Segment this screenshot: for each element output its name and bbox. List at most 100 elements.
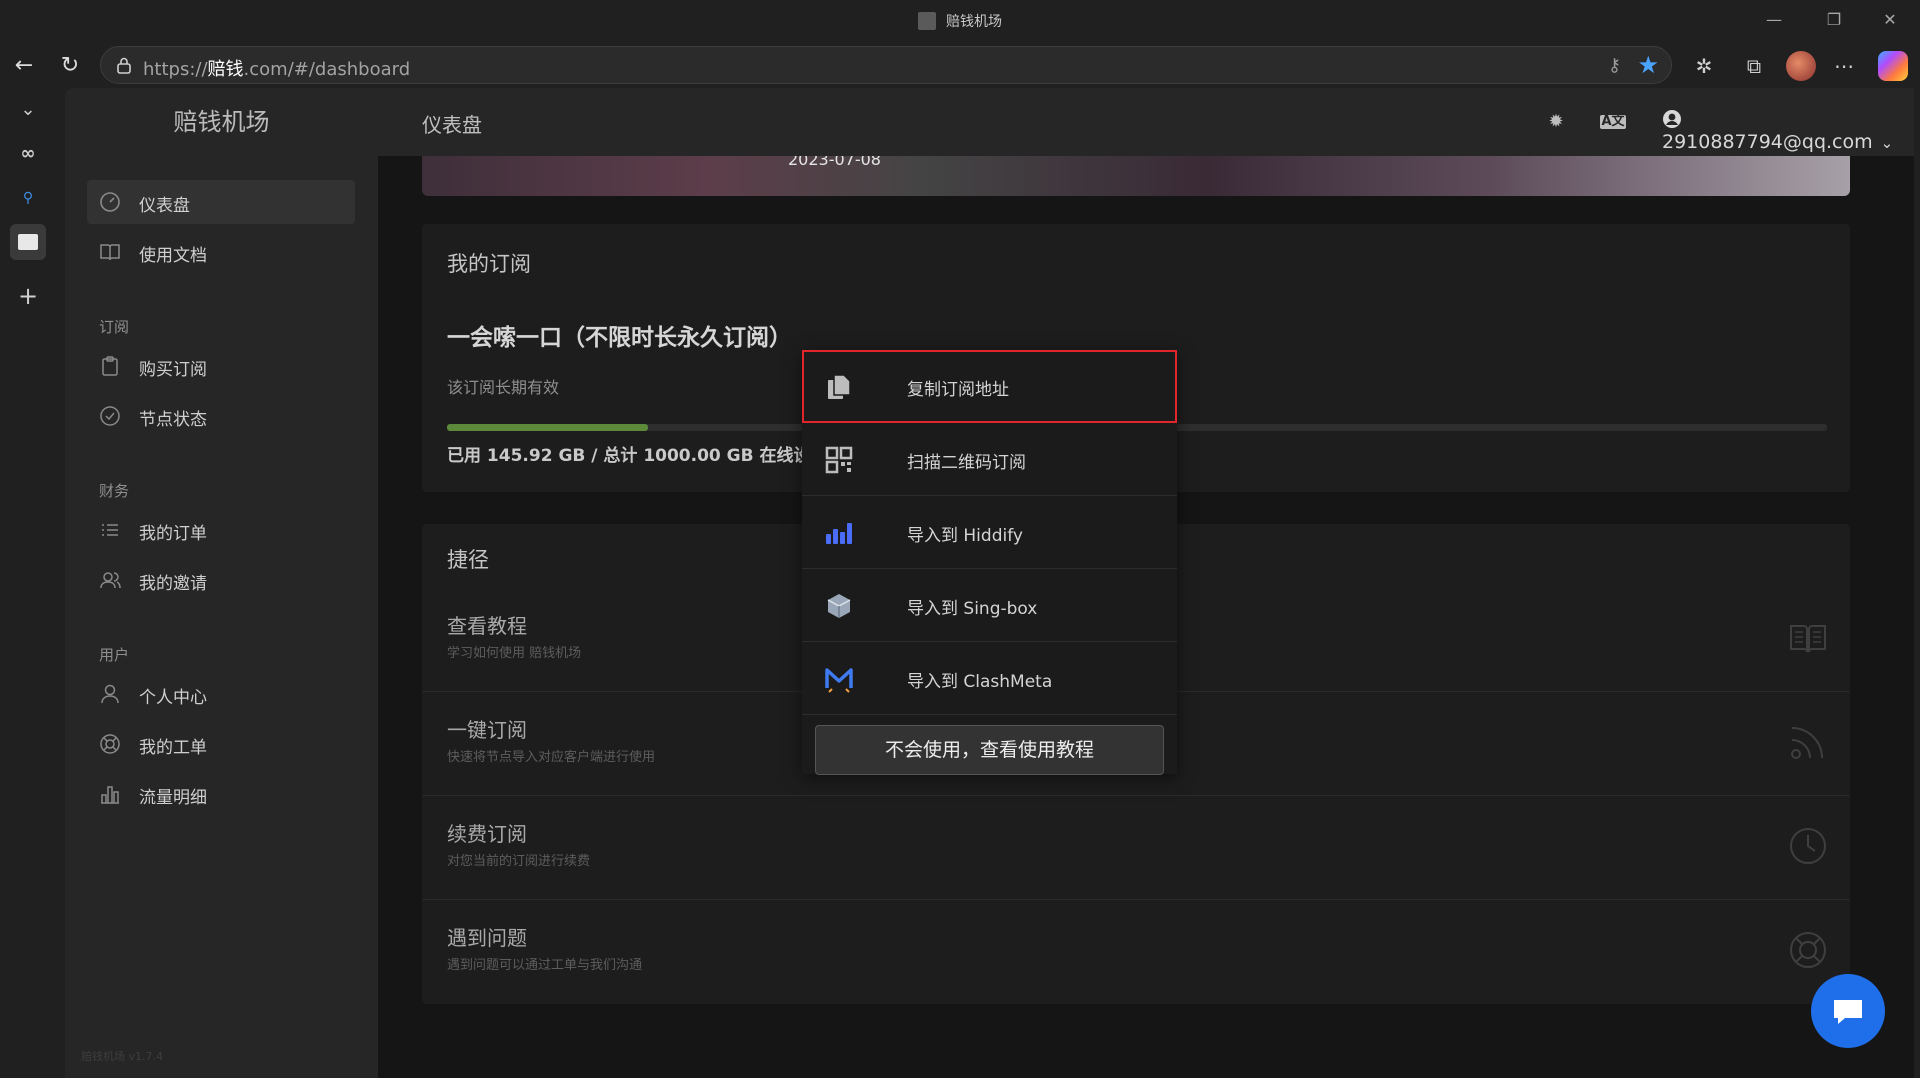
url-text[interactable]: https://赔钱.com/#/dashboard (143, 55, 410, 81)
site-favicon-icon (918, 12, 936, 30)
sidebar-item-tickets[interactable]: 我的工单 (87, 722, 355, 766)
sidebar-item-label: 仪表盘 (139, 196, 190, 216)
extensions-icon[interactable]: ✲ (1688, 50, 1720, 82)
sidebar-item-my-invites[interactable]: 我的邀请 (87, 558, 355, 602)
clock-icon (1790, 828, 1826, 864)
chat-support-button[interactable] (1811, 974, 1885, 1048)
shortcut-subtitle: 快速将节点导入对应客户端进行使用 (447, 750, 656, 765)
collapse-tabs-chevron-icon[interactable]: ⌄ (10, 92, 46, 128)
password-key-icon[interactable]: ⚷ (1608, 55, 1621, 76)
vertical-tab-strip: ⌄ ∞ ⚲ + (0, 88, 56, 1078)
sidebar-item-dashboard[interactable]: 仪表盘 (87, 180, 355, 224)
rss-icon (1791, 727, 1823, 759)
page-title: 仪表盘 (422, 113, 482, 137)
sidebar-item-label: 购买订阅 (139, 360, 207, 380)
address-bar[interactable]: https://赔钱.com/#/dashboard ⚷ ★ (100, 46, 1672, 84)
plan-name: 一会嗦一口（不限时长永久订阅） (447, 325, 792, 351)
sidebar-item-label: 流量明细 (139, 788, 207, 808)
lifebuoy-icon (100, 734, 120, 754)
announcement-banner[interactable]: 2023-07-08 (422, 156, 1850, 196)
more-menu-icon[interactable]: ⋯ (1828, 50, 1860, 82)
active-tab-icon[interactable] (10, 224, 46, 260)
view-tutorial-button[interactable]: 不会使用，查看使用教程 (815, 725, 1164, 775)
sidebar-item-label: 使用文档 (139, 246, 207, 266)
sidebar-item-label: 我的邀请 (139, 574, 207, 594)
user-menu[interactable]: 2910887794@qq.com ⌄ (1662, 109, 1914, 153)
sidebar-group-finance: 财务 (99, 482, 130, 500)
new-tab-plus-icon[interactable]: + (10, 278, 46, 314)
shortcut-support[interactable]: 遇到问题 遇到问题可以通过工单与我们沟通 (422, 900, 1850, 1004)
copy-icon (828, 374, 851, 399)
book-icon (100, 244, 120, 261)
favorite-star-icon[interactable]: ★ (1637, 51, 1659, 79)
shortcut-title: 续费订阅 (447, 822, 527, 846)
subscription-card-title: 我的订阅 (447, 252, 531, 276)
banner-date: 2023-07-08 (788, 156, 881, 169)
book-icon (1790, 625, 1826, 653)
restore-button[interactable]: ❐ (1806, 0, 1862, 40)
subscribe-menu: 复制订阅地址 扫描二维码订阅 导入到 Hiddify 导入到 Sing-box … (802, 350, 1177, 775)
menu-item-copy-subscription-url[interactable]: 复制订阅地址 (802, 350, 1177, 423)
sidebar-item-label: 我的工单 (139, 738, 207, 758)
menu-item-import-clashmeta[interactable]: 导入到 ClashMeta (802, 642, 1177, 715)
menu-item-label: 导入到 ClashMeta (907, 672, 1053, 692)
theme-toggle-icon[interactable]: ✹ (1544, 110, 1568, 134)
users-icon (100, 572, 121, 589)
user-circle-icon (1663, 110, 1681, 128)
url-scheme: https:// (143, 59, 208, 80)
sidebar-item-node-status[interactable]: 节点状态 (87, 394, 355, 438)
back-button[interactable]: ← (6, 48, 42, 84)
user-email: 2910887794@qq.com (1662, 131, 1873, 153)
sidebar-item-traffic[interactable]: 流量明细 (87, 772, 355, 816)
collections-icon[interactable]: ⧉ (1738, 50, 1770, 82)
sidebar-item-my-orders[interactable]: 我的订单 (87, 508, 355, 552)
traffic-progress-fill (447, 424, 649, 431)
lifebuoy-icon (1790, 932, 1826, 968)
window-title: 赔钱机场 (0, 11, 1920, 31)
shortcut-subtitle: 学习如何使用 赔钱机场 (447, 646, 582, 661)
sidebar-item-profile[interactable]: 个人中心 (87, 672, 355, 716)
page-header: 仪表盘 ✹ A文 2910887794@qq.com ⌄ (378, 88, 1914, 156)
window-titlebar: 赔钱机场 — ❐ ✕ (0, 0, 1920, 40)
sidebar-group-user: 用户 (99, 646, 130, 664)
close-window-button[interactable]: ✕ (1862, 0, 1918, 40)
list-icon (102, 524, 118, 536)
window-title-text: 赔钱机场 (946, 14, 1002, 30)
reload-button[interactable]: ↻ (52, 48, 88, 84)
sidebar-item-label: 节点状态 (139, 410, 207, 430)
menu-item-label: 导入到 Sing-box (907, 599, 1038, 619)
shortcut-title: 一键订阅 (447, 718, 527, 742)
menu-item-label: 复制订阅地址 (907, 380, 1009, 400)
sidebar-item-label: 个人中心 (139, 688, 207, 708)
traffic-usage-text: 已用 145.92 GB / 总计 1000.00 GB 在线设备 (447, 446, 828, 466)
brand-title: 赔钱机场 (173, 108, 270, 136)
menu-item-import-hiddify[interactable]: 导入到 Hiddify (802, 496, 1177, 569)
sidebar-item-label: 我的订单 (139, 524, 207, 544)
check-circle-icon (100, 406, 120, 426)
shortcut-subtitle: 遇到问题可以通过工单与我们沟通 (447, 958, 643, 973)
sidebar-group-subscription: 订阅 (99, 318, 130, 336)
qrcode-icon (825, 446, 853, 474)
copilot-icon[interactable] (1878, 51, 1908, 81)
infinity-tab-icon[interactable]: ∞ (10, 136, 46, 172)
app-version: 赔钱机场 v1.7.4 (81, 1050, 163, 1063)
app-sidebar: 赔钱机场 仪表盘 使用文档 订阅 购买订阅 节点状态 财务 我的订单 我的邀请 … (65, 88, 378, 1078)
sidebar-item-docs[interactable]: 使用文档 (87, 230, 355, 274)
shortcut-title: 遇到问题 (447, 926, 527, 950)
menu-item-label: 扫描二维码订阅 (907, 453, 1026, 473)
shortcut-renew[interactable]: 续费订阅 对您当前的订阅进行续费 (422, 796, 1850, 900)
search-tab-icon[interactable]: ⚲ (10, 180, 46, 216)
menu-item-scan-qrcode[interactable]: 扫描二维码订阅 (802, 423, 1177, 496)
lock-icon (117, 57, 131, 74)
bar-chart-icon (101, 786, 119, 804)
sidebar-item-buy-subscription[interactable]: 购买订阅 (87, 344, 355, 388)
chat-bubble-icon (1834, 1000, 1862, 1024)
menu-item-import-singbox[interactable]: 导入到 Sing-box (802, 569, 1177, 642)
profile-avatar[interactable] (1786, 51, 1816, 81)
language-switch-icon[interactable]: A文 (1600, 115, 1626, 129)
shortcut-title: 查看教程 (447, 614, 527, 638)
minimize-button[interactable]: — (1746, 0, 1802, 40)
hiddify-icon (826, 523, 852, 544)
chevron-down-icon: ⌄ (1880, 134, 1894, 152)
menu-item-label: 导入到 Hiddify (907, 526, 1023, 546)
